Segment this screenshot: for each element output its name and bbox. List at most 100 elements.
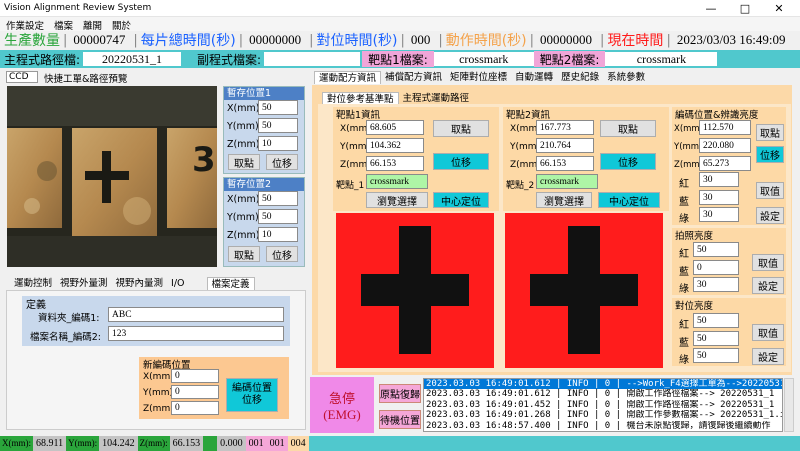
bottom-x-label: X(mm): [0,436,33,451]
home-return-button[interactable]: 原點復歸 [379,384,421,403]
code-position-move-button[interactable]: 編碼位置 位移 [226,378,278,412]
temp1-fetch-button[interactable]: 取點 [228,154,260,170]
temp2-y-input[interactable]: 50 [258,209,298,224]
bottom-y-label: Y(mm): [66,436,100,451]
align-bright-b-input[interactable]: 50 [693,348,739,363]
tab-inside-view-measure[interactable]: 視野內量測 [112,277,168,290]
tab-compensation-recipe[interactable]: 補償配方資訊 [381,71,446,84]
tab-motion-recipe[interactable]: 運動配方資訊 [314,71,382,84]
standby-position-button[interactable]: 待機位置 [379,410,421,429]
target2-x-input[interactable]: 167.773 [536,120,594,135]
target1-browse-button[interactable]: 瀏覽選擇 [366,192,428,208]
align-bright-g-input[interactable]: 50 [693,331,739,346]
temp1-z-input[interactable]: 10 [258,136,298,151]
align-bright-set-button[interactable]: 設定 [752,348,784,365]
code-pos-x-input[interactable]: 112.570 [699,120,751,135]
target1-y-input[interactable]: 104.362 [366,138,424,153]
target2-y-input[interactable]: 210.764 [536,138,594,153]
tab-matrix-align[interactable]: 矩陣對位座標 [446,71,511,84]
code-pos-y-input[interactable]: 220.080 [699,138,751,153]
now-label: 現在時間 [607,33,664,49]
code-pos-set-button[interactable]: 設定 [756,207,784,224]
code-pos-r-label: 紅 [679,179,689,190]
target1-preview [336,213,494,368]
align-bright-r-input[interactable]: 50 [693,313,739,328]
production-label: 生產數量 [4,33,60,49]
target1-file-label: 靶點1檔案: [362,51,434,67]
target1-move-button[interactable]: 位移 [433,153,489,170]
photo-bright-r-input[interactable]: 50 [693,242,739,257]
log-line[interactable]: 2023.03.03 16:49:01.612 | INFO | 0 | -->… [424,379,782,390]
code-pos-get-button[interactable]: 取值 [756,182,784,199]
align-bright-get-button[interactable]: 取值 [752,324,784,341]
target1-title: 靶點1資訊 [336,110,381,121]
bottom-io1: 001 [245,436,267,451]
left-tab-strip: 運動控制 視野外量測 視野內量測 I/O 檔案定義 [10,277,255,290]
code-pos-r-input[interactable]: 30 [699,172,739,187]
new-pos-y-input[interactable]: 0 [171,385,219,399]
tab-motion-control[interactable]: 運動控制 [10,277,56,290]
bottom-io3: 004 [287,436,309,451]
log-line[interactable]: 2023.03.03 16:49:01.452 | INFO | 0 | 開啟工… [424,400,782,410]
production-value: 00000747 [73,32,126,47]
ccd-select[interactable]: CCD [6,71,38,83]
code-pos-g-input[interactable]: 30 [699,190,739,205]
target2-name-field[interactable]: crossmark [536,174,598,189]
temp1-x-input[interactable]: 50 [258,100,298,115]
target1-fetch-button[interactable]: 取點 [433,120,489,137]
temp1-y-input[interactable]: 50 [258,118,298,133]
piece-time-label: 每片總時間(秒) [140,33,236,49]
target2-browse-button[interactable]: 瀏覽選擇 [536,192,592,208]
tab-system-params[interactable]: 系統參數 [603,71,649,84]
log-list[interactable]: 2023.03.03 16:49:01.612 | INFO | 0 | -->… [423,378,783,432]
tab-auto-run[interactable]: 自動運轉 [511,71,557,84]
emergency-stop-button[interactable]: 急停 (EMG) [310,377,374,433]
menu-exit[interactable]: 離開 [83,18,102,32]
new-pos-z-input[interactable]: 0 [171,401,219,415]
minimize-icon[interactable]: — [694,0,728,16]
bottom-y-value: 104.242 [99,436,138,451]
new-pos-x-input[interactable]: 0 [171,369,219,383]
align-time-label: 對位時間(秒) [316,33,398,49]
target1-z-input[interactable]: 66.153 [366,156,424,171]
log-scrollbar[interactable] [784,378,794,432]
temp2-x-input[interactable]: 50 [258,191,298,206]
target1-crossmark-v [399,226,431,354]
photo-bright-get-button[interactable]: 取值 [752,254,784,271]
target2-move-button[interactable]: 位移 [600,153,656,170]
log-line[interactable]: 2023.03.03 16:49:01.268 | INFO | 0 | 開啟工… [424,410,782,420]
tab-io[interactable]: I/O [167,277,188,290]
file-name-code-input[interactable]: 123 [108,326,284,341]
target1-x-input[interactable]: 68.605 [366,120,424,135]
bottom-r-value: 0.000 [217,436,246,451]
target1-center-button[interactable]: 中心定位 [433,192,489,208]
target2-center-button[interactable]: 中心定位 [598,192,660,208]
tab-outside-view-measure[interactable]: 視野外量測 [56,277,112,290]
temp2-z-input[interactable]: 10 [258,227,298,242]
folder-code-input[interactable]: ABC [108,307,284,322]
code-pos-b-input[interactable]: 30 [699,207,739,222]
log-line[interactable]: 2023.03.03 16:49:01.612 | INFO | 0 | 開啟工… [424,389,782,399]
code-pos-z-input[interactable]: 65.273 [699,156,751,171]
photo-bright-g-input[interactable]: 0 [693,260,739,275]
tab-history[interactable]: 歷史紀錄 [557,71,603,84]
photo-bright-r-label: 紅 [679,249,689,260]
temp2-move-button[interactable]: 位移 [266,246,298,262]
menu-bar: 作業設定 檔案 離開 關於 [0,17,800,32]
log-line[interactable]: 2023.03.03 16:48:57.400 | INFO | 0 | 機台未… [424,421,782,431]
bottom-status-bar: X(mm): 68.911 Y(mm): 104.242 Z(mm): 66.1… [0,436,800,451]
temp1-move-button[interactable]: 位移 [266,154,298,170]
photo-bright-b-input[interactable]: 30 [693,277,739,292]
menu-about[interactable]: 關於 [112,18,131,32]
target2-z-input[interactable]: 66.153 [536,156,594,171]
code-pos-fetch-button[interactable]: 取點 [756,124,784,141]
code-pos-move-button[interactable]: 位移 [756,146,784,163]
maximize-icon[interactable]: □ [728,0,762,16]
temp2-fetch-button[interactable]: 取點 [228,246,260,262]
tab-file-define[interactable]: 檔案定義 [206,277,255,290]
new-pos-y-label: Y(mm) [143,388,174,398]
target1-name-field[interactable]: crossmark [366,174,428,189]
close-icon[interactable]: ✕ [762,0,796,16]
photo-bright-set-button[interactable]: 設定 [752,277,784,294]
target2-fetch-button[interactable]: 取點 [600,120,656,137]
